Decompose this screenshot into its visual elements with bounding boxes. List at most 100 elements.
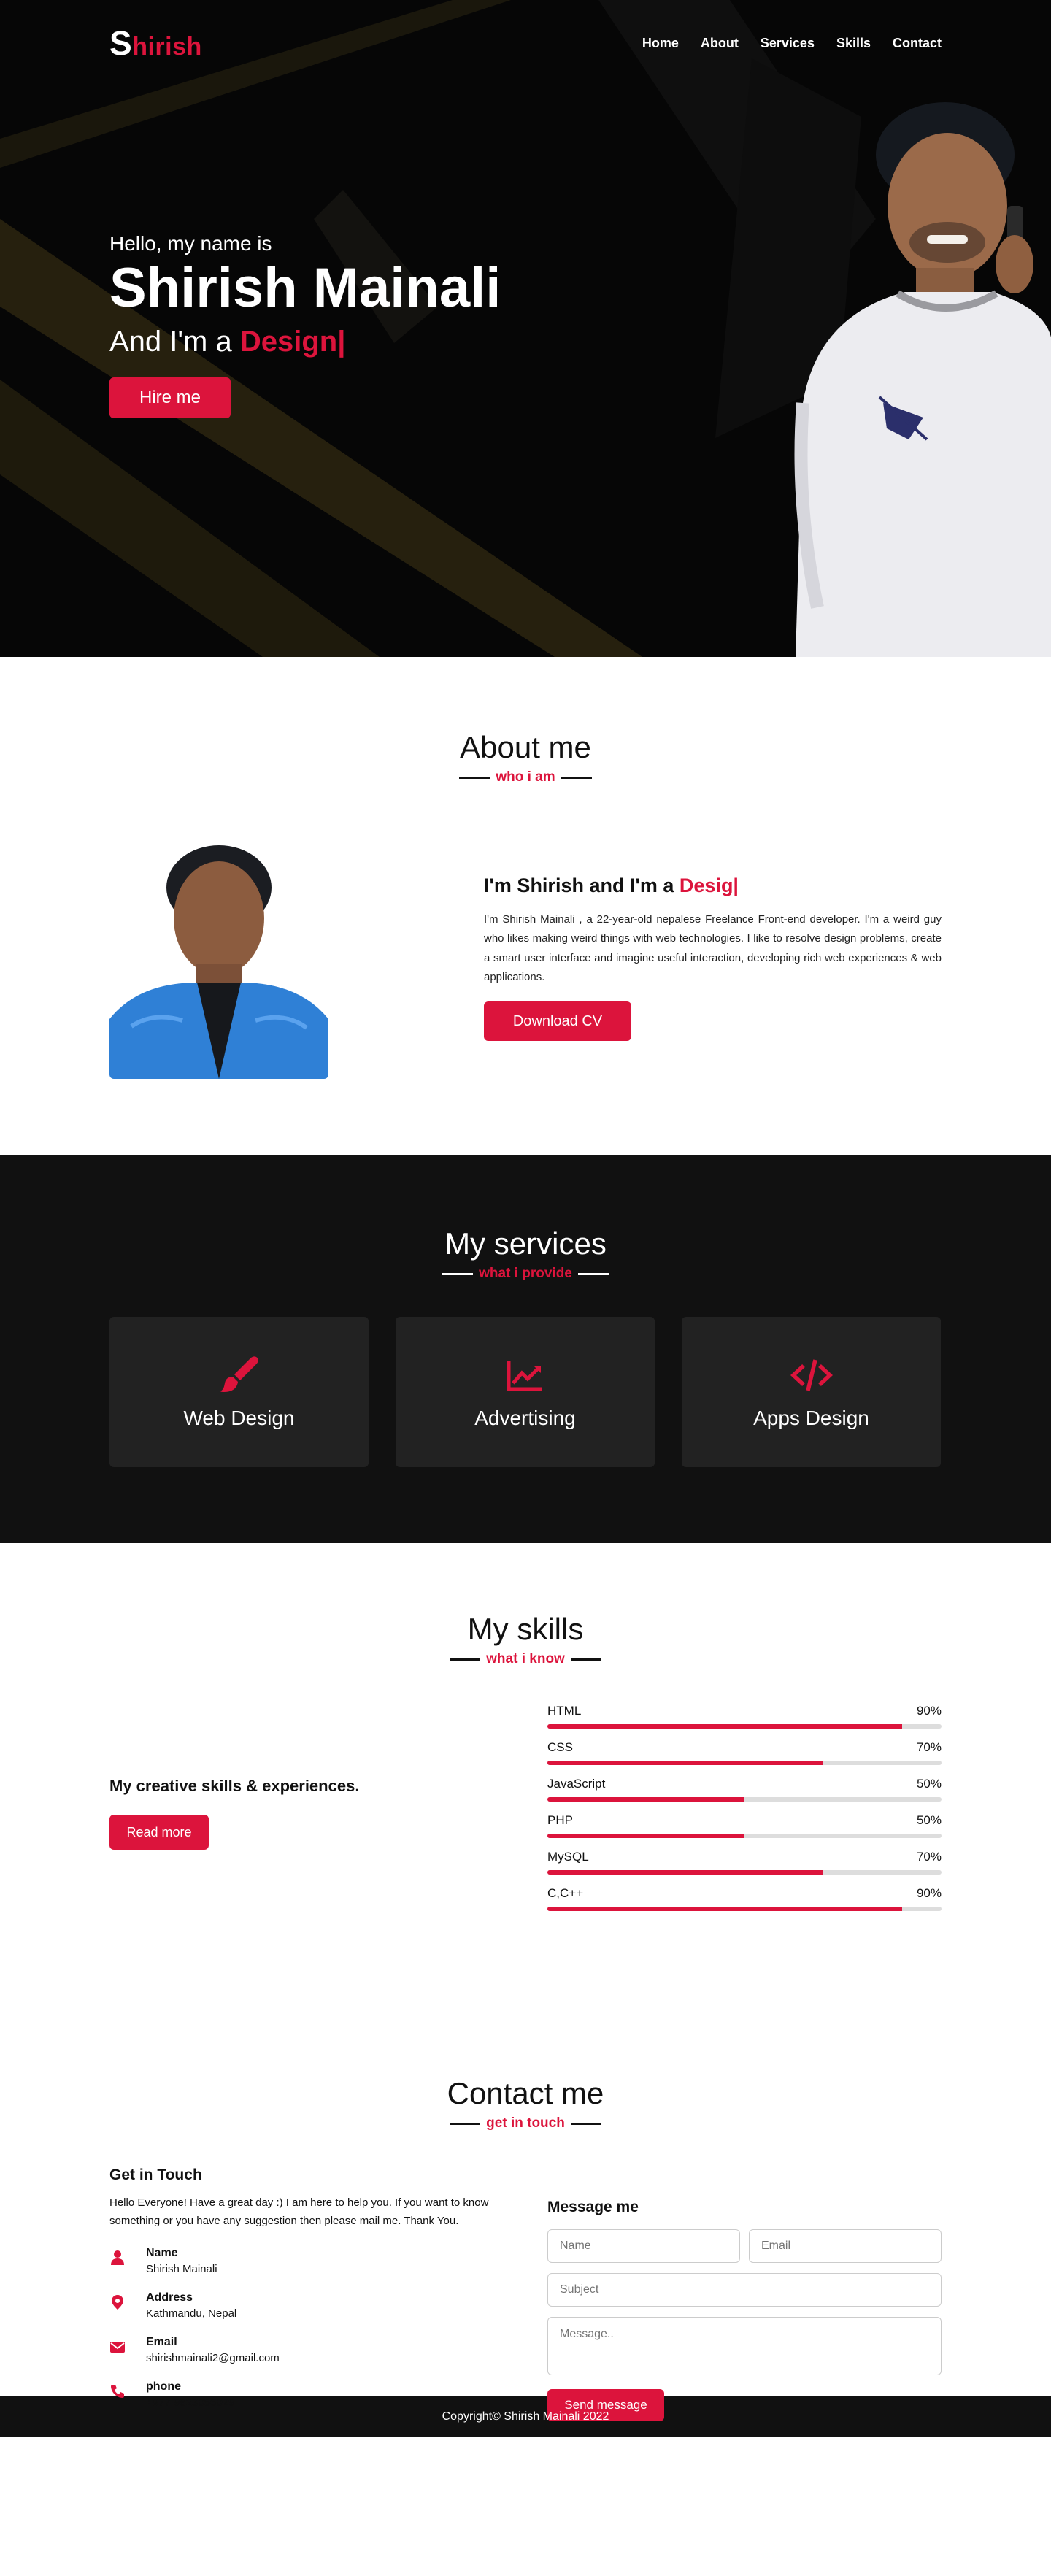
service-card-advertising[interactable]: Advertising	[396, 1317, 655, 1467]
services-header: My services what i provide	[0, 1226, 1051, 1282]
skill-bar: C,C++ 90%	[547, 1886, 942, 1911]
nav-link-services[interactable]: Services	[761, 36, 815, 50]
info-label: Address	[146, 2291, 193, 2304]
about-header: About me who i am	[0, 730, 1051, 785]
copyright-text: Copyright© Shirish Mainali 2022	[442, 2410, 609, 2423]
skill-name: JavaScript	[547, 1777, 606, 1791]
service-card-web-design[interactable]: Web Design	[109, 1317, 369, 1467]
user-icon	[111, 2250, 124, 2265]
paint-brush-icon	[220, 1356, 258, 1392]
code-icon	[790, 1359, 833, 1391]
skill-bars: HTML 90% CSS 70% JavaScript 50% PHP 50% MySQ…	[547, 1704, 942, 1923]
hero-role: And I'm a Design|	[109, 326, 501, 358]
contact-header: Contact me get in touch	[0, 2076, 1051, 2131]
contact-info: Get in Touch Hello Everyone! Have a grea…	[109, 2166, 515, 2421]
email-input[interactable]	[749, 2229, 942, 2263]
services-section: My services what i provide Web Design Ad…	[0, 1155, 1051, 1543]
hero-role-prefix: And I'm a	[109, 326, 240, 358]
divider-line	[442, 1272, 474, 1275]
info-row-phone: phone +977 9823056029	[109, 2380, 515, 2409]
services-subtitle-text: what i provide	[479, 1266, 572, 1281]
skills-lead: My creative skills & experiences.	[109, 1777, 360, 1795]
skill-name: HTML	[547, 1704, 582, 1718]
hero-role-typed: Design|	[239, 326, 346, 358]
skills-section: My skills what i know My creative skills…	[0, 1543, 1051, 1990]
skill-percent: 90%	[916, 1886, 942, 1900]
chart-line-icon	[507, 1361, 542, 1391]
phone-icon	[111, 2384, 124, 2398]
skills-subtitle-text: what i know	[486, 1651, 565, 1666]
skills-intro: My creative skills & experiences. Read m…	[109, 1777, 474, 1850]
nav-link-about[interactable]: About	[701, 36, 739, 50]
name-input[interactable]	[547, 2229, 740, 2263]
name-email-row	[547, 2229, 942, 2263]
navbar: Shirish Home About Services Skills Conta…	[0, 0, 1051, 86]
divider-line	[570, 2122, 601, 2125]
skill-track	[547, 1724, 942, 1729]
get-in-touch-heading: Get in Touch	[109, 2166, 202, 2183]
nav-link-skills[interactable]: Skills	[836, 36, 871, 50]
skill-bar: CSS 70%	[547, 1740, 942, 1765]
skill-track	[547, 1870, 942, 1875]
skill-track	[547, 1834, 942, 1838]
skill-track	[547, 1761, 942, 1765]
skill-name: MySQL	[547, 1850, 589, 1864]
download-cv-button[interactable]: Download CV	[484, 1001, 631, 1041]
divider-line	[561, 776, 592, 779]
services-subtitle: what i provide	[442, 1266, 609, 1282]
about-portrait	[109, 837, 328, 1079]
divider-line	[570, 1658, 601, 1661]
services-title: My services	[444, 1226, 607, 1261]
envelope-icon	[110, 2341, 125, 2353]
about-text: I'm Shirish and I'm a Desig| I'm Shirish…	[484, 874, 942, 1041]
logo[interactable]: Shirish	[109, 23, 202, 63]
info-label: phone	[146, 2380, 181, 2393]
nav-link-home[interactable]: Home	[642, 36, 679, 50]
divider-line	[459, 776, 490, 779]
about-section: About me who i am I'm Shirish and I'm a …	[0, 657, 1051, 1155]
skill-fill	[547, 1870, 823, 1875]
info-row-address: Address Kathmandu, Nepal	[109, 2291, 515, 2320]
hire-me-button[interactable]: Hire me	[109, 377, 231, 419]
info-value: Shirish Mainali	[146, 2262, 217, 2275]
service-card-title: Web Design	[183, 1407, 295, 1429]
nav-menu: Home About Services Skills Contact	[642, 36, 942, 51]
contact-title: Contact me	[447, 2076, 604, 2110]
skills-title: My skills	[467, 1612, 584, 1646]
info-value: +977 9823056029	[146, 2396, 235, 2409]
info-row-name: Name Shirish Mainali	[109, 2247, 515, 2275]
message-textarea[interactable]	[547, 2317, 942, 2375]
divider-line	[577, 1272, 609, 1275]
skill-percent: 90%	[916, 1704, 942, 1718]
logo-initial: S	[109, 24, 133, 62]
subject-input[interactable]	[547, 2273, 942, 2307]
skill-name: C,C++	[547, 1886, 584, 1900]
message-me-heading: Message me	[547, 2199, 639, 2215]
about-heading-prefix: I'm Shirish and I'm a	[484, 874, 680, 896]
about-heading: I'm Shirish and I'm a Desig|	[484, 874, 942, 897]
about-heading-typed: Desig|	[679, 874, 739, 896]
read-more-button[interactable]: Read more	[109, 1815, 209, 1850]
info-value: shirishmainali2@gmail.com	[146, 2351, 280, 2364]
about-subtitle: who i am	[459, 769, 592, 785]
hero-section: Hello, my name is Shirish Mainali And I'…	[0, 0, 1051, 657]
nav-link-contact[interactable]: Contact	[893, 36, 942, 50]
skill-name: PHP	[547, 1813, 573, 1827]
skills-header: My skills what i know	[0, 1612, 1051, 1667]
divider-line	[450, 1658, 481, 1661]
contact-description: Hello Everyone! Have a great day :) I am…	[109, 2196, 489, 2227]
skill-percent: 50%	[916, 1813, 942, 1827]
divider-line	[450, 2122, 481, 2125]
about-title: About me	[460, 730, 591, 764]
info-label: Name	[146, 2246, 178, 2259]
skill-percent: 70%	[916, 1740, 942, 1754]
skill-fill	[547, 1834, 744, 1838]
map-marker-icon	[112, 2294, 123, 2310]
service-card-apps-design[interactable]: Apps Design	[682, 1317, 941, 1467]
info-value: Kathmandu, Nepal	[146, 2307, 237, 2320]
service-card-title: Apps Design	[753, 1407, 869, 1429]
info-row-email: Email shirishmainali2@gmail.com	[109, 2336, 515, 2364]
hero-text: Hello, my name is Shirish Mainali And I'…	[109, 232, 501, 419]
hero-portrait	[794, 102, 1051, 657]
contact-section: Contact me get in touch Get in Touch Hel…	[0, 1990, 1051, 2421]
